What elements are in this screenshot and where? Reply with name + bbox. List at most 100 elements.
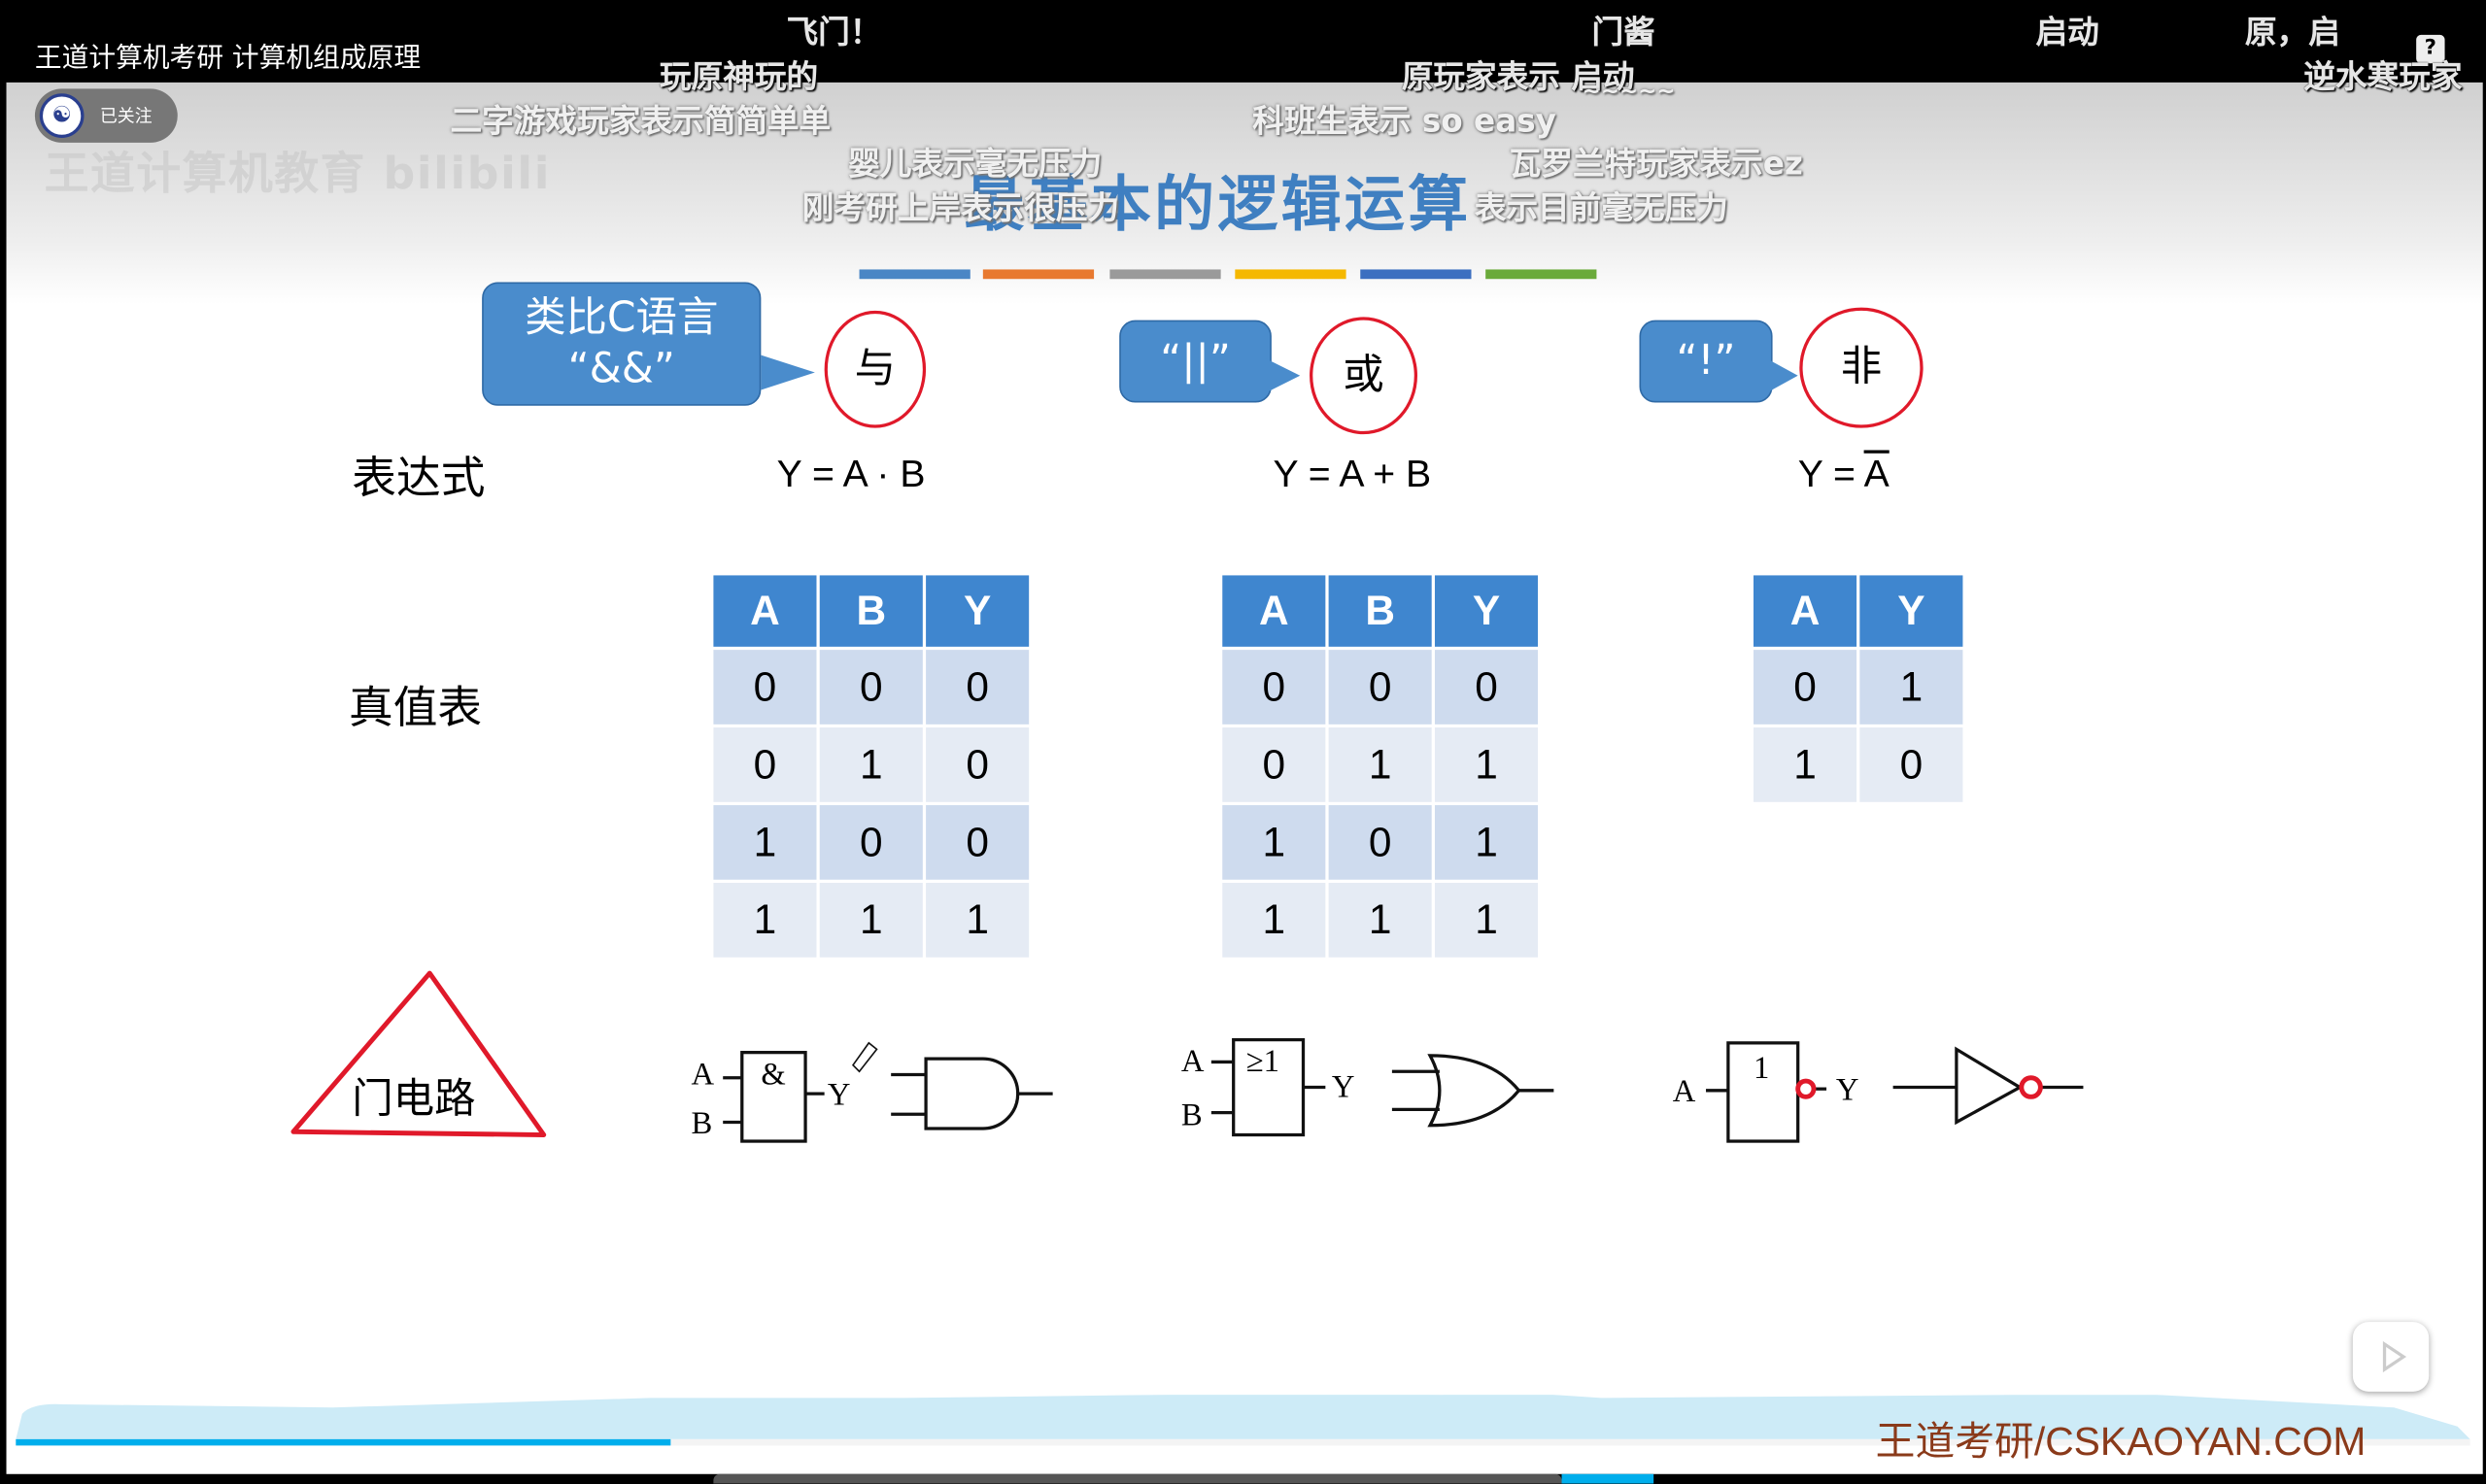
gate-input-a: A: [1673, 1074, 1696, 1109]
not-bubble: “!”: [1639, 320, 1773, 403]
or-truth-table: ABY 000 011 101 111: [1219, 572, 1541, 961]
color-bar: [1485, 269, 1597, 280]
row-label-expression: 表达式: [352, 452, 486, 504]
col-header: A: [1222, 575, 1326, 647]
play-button[interactable]: [2352, 1322, 2430, 1392]
bubble-tail: [761, 354, 815, 390]
cell: 0: [1328, 805, 1432, 880]
col-header: Y: [926, 575, 1030, 647]
follow-label: 已关注: [99, 106, 153, 127]
cell: 0: [926, 727, 1030, 802]
and-symbol-text: &: [761, 1057, 785, 1092]
row-label-truth-table: 真值表: [349, 681, 483, 734]
col-header: A: [1753, 575, 1857, 647]
cell: 0: [1222, 650, 1326, 725]
or-expression: Y = A + B: [1273, 453, 1432, 496]
cell: 1: [1222, 805, 1326, 880]
cell: 0: [713, 727, 817, 802]
or-bubble: “||”: [1119, 320, 1272, 403]
cell: 1: [1222, 883, 1326, 958]
col-header: Y: [1859, 575, 1963, 647]
table-row: 10: [1753, 727, 1963, 802]
cell: 0: [1859, 727, 1963, 802]
color-bar: [1235, 269, 1346, 280]
and-expression: Y = A · B: [776, 453, 926, 496]
danmaku: 玩原神玩的: [659, 56, 819, 95]
follow-button[interactable]: ☯ 已关注: [34, 88, 178, 143]
danmaku: 科班生表示 so easy: [1252, 101, 1556, 140]
cell: 0: [926, 805, 1030, 880]
gate-input-a: A: [692, 1057, 715, 1092]
color-bar: [1109, 269, 1221, 280]
bubble-text: “&&”: [567, 345, 675, 393]
bubble-tail: [1265, 357, 1301, 393]
danmaku: 飞门！: [786, 13, 882, 51]
not-name-circle: 非: [1799, 307, 1924, 428]
color-bar: [982, 269, 1095, 280]
bubble-text: 类比C语言: [525, 294, 719, 343]
gate-output-y: Y: [828, 1078, 851, 1113]
cell: 1: [1859, 650, 1963, 725]
not-expression: Y = A: [1798, 454, 1890, 498]
brand-watermark: 王道考研/CSKAOYAN.COM: [1875, 1420, 2367, 1465]
danmaku: ~~~~~: [1582, 79, 1676, 105]
cell: 1: [1434, 883, 1539, 958]
inversion-bubble: [2019, 1075, 2043, 1099]
danmaku: 婴儿表示毫无压力: [848, 144, 1103, 183]
table-row: 111: [1222, 883, 1539, 958]
scrollbar[interactable]: [713, 1473, 1562, 1484]
row-label-gate: 门电路: [352, 1076, 475, 1124]
and-truth-table: ABY 000 010 100 111: [710, 572, 1032, 961]
not-symbol-text: 1: [1754, 1051, 1769, 1086]
or-name-circle: 或: [1310, 317, 1418, 435]
table-row: 000: [713, 650, 1030, 725]
table-row: 000: [1222, 650, 1539, 725]
gate-input-b: B: [692, 1106, 713, 1141]
expr-prefix: Y =: [1797, 453, 1864, 496]
gate-input-b: B: [1181, 1098, 1203, 1133]
danmaku: 启动: [2035, 13, 2099, 51]
and-bubble: 类比C语言 “&&”: [482, 282, 762, 406]
cell: 0: [713, 650, 817, 725]
bubble-tail: [1766, 357, 1798, 393]
table-row: 010: [713, 727, 1030, 802]
and-name-circle: 与: [824, 310, 927, 428]
cell: 1: [926, 883, 1030, 958]
cell: 0: [819, 650, 923, 725]
channel-avatar: ☯: [39, 93, 85, 138]
cell: 1: [1328, 727, 1432, 802]
gate-output-y: Y: [1836, 1073, 1859, 1108]
not-truth-table: AY 01 10: [1751, 572, 1966, 805]
gate-input-a: A: [1181, 1044, 1205, 1079]
color-bar: [859, 269, 971, 280]
play-icon: [2382, 1340, 2407, 1373]
col-header: A: [713, 575, 817, 647]
table-row: 011: [1222, 727, 1539, 802]
danmaku: 原，启: [2244, 13, 2340, 51]
inversion-bubble: [1795, 1078, 1817, 1099]
col-header: B: [819, 575, 923, 647]
col-header: Y: [1434, 575, 1539, 647]
gate-output-y: Y: [1332, 1069, 1355, 1104]
danmaku: 瓦罗兰特玩家表示ez: [1509, 144, 1803, 183]
cell: 0: [1222, 727, 1326, 802]
danmaku: 二字游戏玩家表示简简单单: [450, 101, 832, 140]
cell: 0: [1328, 650, 1432, 725]
video-player[interactable]: 王道计算机考研 计算机组成原理 ? 王道计算机教育 bilibili ☯ 已关注…: [0, 0, 2486, 1484]
cell: 0: [1434, 650, 1539, 725]
expr-var-negated: A: [1863, 453, 1890, 496]
cell: 1: [819, 727, 923, 802]
danmaku: 刚考研上岸表示很压力: [801, 188, 1120, 227]
progress-fill[interactable]: [16, 1438, 671, 1446]
cell: 1: [1434, 727, 1539, 802]
color-bar: [1360, 269, 1472, 280]
cell: 1: [1434, 805, 1539, 880]
cell: 0: [926, 650, 1030, 725]
col-header: B: [1328, 575, 1432, 647]
watermark: 王道计算机教育 bilibili: [44, 147, 551, 200]
scrollbar-thumb[interactable]: [1561, 1473, 1654, 1484]
cell: 1: [819, 883, 923, 958]
danmaku: 表示目前毫无压力: [1474, 188, 1728, 227]
table-row: 01: [1753, 650, 1963, 725]
or-symbol-text: ≥1: [1246, 1044, 1279, 1079]
